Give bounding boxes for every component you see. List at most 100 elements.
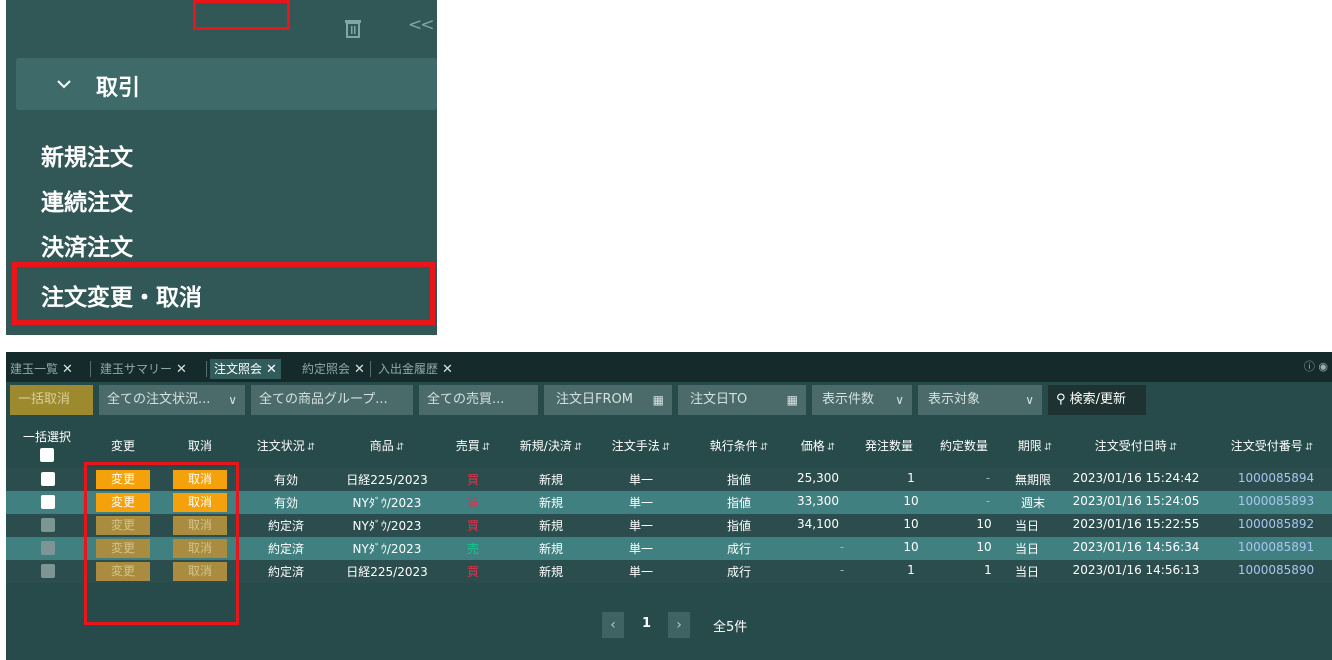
cell-new-close: 新規 (538, 542, 564, 556)
cell-expiry: 無期限 (1014, 473, 1052, 487)
next-page-icon[interactable]: › (668, 612, 690, 638)
cell-exec-qty: - (985, 494, 991, 508)
date-from-input[interactable]: 注文日FROM ▦ (544, 385, 672, 415)
cell-product: NYﾀﾞｳ/2023 (352, 542, 422, 556)
calendar-icon: ▦ (652, 393, 664, 407)
eye-icon[interactable]: ◉ (1318, 360, 1328, 373)
display-target-select[interactable]: 表示対象 ∨ (918, 385, 1042, 415)
cell-status: 有効 (273, 473, 299, 487)
close-icon[interactable]: ✕ (442, 362, 453, 377)
tab-execution-inquiry[interactable]: 約定照会 ✕ (302, 359, 365, 379)
cell-product: 日経225/2023 (346, 473, 428, 487)
cell-expiry: 当日 (1014, 542, 1040, 556)
header-condition[interactable]: 執行条件 ⇵ (710, 437, 768, 454)
header-price[interactable]: 価格 ⇵ (801, 437, 835, 454)
date-to-input[interactable]: 注文日TO ▦ (678, 385, 806, 415)
sidebar-item-close-order[interactable]: 決済注文 (41, 228, 133, 262)
tab-label: 建玉一覧 (10, 362, 59, 376)
cell-order-no[interactable]: 1000085892 (1238, 517, 1314, 531)
order-status-select[interactable]: 全ての注文状況... ∨ (99, 385, 245, 415)
sidebar-item-sequential-order[interactable]: 連続注文 (41, 183, 133, 217)
cell-order-qty: 10 (903, 494, 919, 508)
sort-icon: ⇵ (759, 442, 769, 453)
tab-divider (370, 361, 371, 377)
header-side[interactable]: 売買 ⇵ (456, 437, 490, 454)
close-icon[interactable]: ✕ (266, 362, 277, 377)
header-received-at[interactable]: 注文受付日時 ⇵ (1095, 437, 1177, 454)
cell-side: 買 (466, 473, 480, 487)
product-group-select[interactable]: 全ての商品グループ... (251, 385, 413, 415)
select-all-checkbox[interactable] (40, 448, 54, 462)
header-new-close[interactable]: 新規/決済 ⇵ (520, 437, 582, 454)
sort-icon: ⇵ (481, 442, 491, 453)
close-icon[interactable]: ✕ (176, 362, 187, 377)
tab-positions[interactable]: 建玉一覧 ✕ (10, 359, 73, 379)
select-value: 全ての注文状況... (107, 392, 211, 407)
close-icon[interactable]: ✕ (62, 362, 73, 377)
tab-label: 注文照会 (214, 362, 263, 376)
sidebar-item-new-order[interactable]: 新規注文 (41, 138, 133, 172)
row-checkbox[interactable] (41, 495, 55, 509)
tab-divider (206, 361, 207, 377)
close-icon[interactable]: ✕ (354, 362, 365, 377)
cell-condition: 指値 (726, 519, 752, 533)
header-expiry[interactable]: 期限 ⇵ (1018, 437, 1052, 454)
panel-tools: ⓘ ◉ (1304, 358, 1328, 374)
cell-method: 単一 (628, 542, 654, 556)
tab-bar: 建玉一覧 ✕ 建玉サマリー ✕ 注文照会 ✕ 約定照会 ✕ 入出金履歴 ✕ ⓘ ◉ (6, 352, 1332, 382)
cell-condition: 指値 (726, 496, 752, 510)
tab-label: 約定照会 (302, 362, 351, 376)
tab-position-summary[interactable]: 建玉サマリー ✕ (100, 359, 187, 379)
search-icon: ⚲ (1056, 392, 1066, 407)
prev-page-icon[interactable]: ‹ (602, 612, 624, 638)
sidebar-section-trade[interactable]: 取引 (16, 58, 437, 110)
select-value: 表示件数 (822, 392, 875, 407)
cell-side: 買 (466, 496, 480, 510)
calendar-icon: ▦ (786, 393, 798, 407)
tab-deposit-history[interactable]: 入出金履歴 ✕ (378, 359, 453, 379)
search-refresh-button[interactable]: ⚲ 検索/更新 (1048, 385, 1146, 415)
cell-received-at: 2023/01/16 15:22:55 (1072, 517, 1200, 531)
bulk-cancel-button[interactable]: 一括取消 (10, 385, 93, 415)
trash-icon[interactable] (344, 18, 362, 38)
cell-status: 有効 (273, 496, 299, 510)
tab-order-inquiry[interactable]: 注文照会 ✕ (210, 359, 281, 379)
row-checkbox[interactable] (41, 472, 55, 486)
cell-new-close: 新規 (538, 565, 564, 579)
cell-condition: 成行 (726, 565, 752, 579)
side-select[interactable]: 全ての売買... (419, 385, 538, 415)
cell-new-close: 新規 (538, 473, 564, 487)
cell-order-no[interactable]: 1000085894 (1238, 471, 1314, 485)
header-status[interactable]: 注文状況 ⇵ (257, 437, 315, 454)
button-label: 検索/更新 (1069, 392, 1127, 407)
header-order-no[interactable]: 注文受付番号 ⇵ (1231, 437, 1313, 454)
collapse-sidebar-icon[interactable]: << (408, 15, 434, 35)
cell-method: 単一 (628, 565, 654, 579)
cell-product: NYﾀﾞｳ/2023 (352, 496, 422, 510)
cell-order-qty: 10 (903, 540, 919, 554)
header-product[interactable]: 商品 ⇵ (370, 437, 404, 454)
chevron-down-icon: ∨ (895, 393, 904, 407)
cell-received-at: 2023/01/16 14:56:13 (1072, 563, 1200, 577)
tab-label: 建玉サマリー (100, 362, 173, 376)
cell-price: 34,100 (797, 517, 839, 531)
row-checkbox (41, 564, 55, 578)
display-count-select[interactable]: 表示件数 ∨ (812, 385, 912, 415)
cell-order-no[interactable]: 1000085893 (1238, 494, 1314, 508)
chevron-down-icon: ∨ (228, 393, 237, 407)
cell-order-qty: 10 (903, 517, 919, 531)
header-exec-qty: 約定数量 (939, 439, 989, 453)
chevron-down-icon: ∨ (1025, 393, 1034, 407)
sidebar-section-title: 取引 (96, 76, 141, 101)
header-method[interactable]: 注文手法 ⇵ (612, 437, 670, 454)
cell-order-no[interactable]: 1000085891 (1238, 540, 1314, 554)
tab-label: 入出金履歴 (378, 362, 439, 376)
highlight-box-tab (193, 0, 290, 30)
cell-price: 25,300 (797, 471, 839, 485)
input-label: 注文日TO (690, 392, 748, 407)
sort-icon: ⇵ (395, 442, 405, 453)
sort-icon: ⇵ (573, 442, 583, 453)
current-page[interactable]: 1 (642, 616, 651, 631)
cell-order-no[interactable]: 1000085890 (1238, 563, 1314, 577)
help-icon[interactable]: ⓘ (1304, 360, 1315, 373)
